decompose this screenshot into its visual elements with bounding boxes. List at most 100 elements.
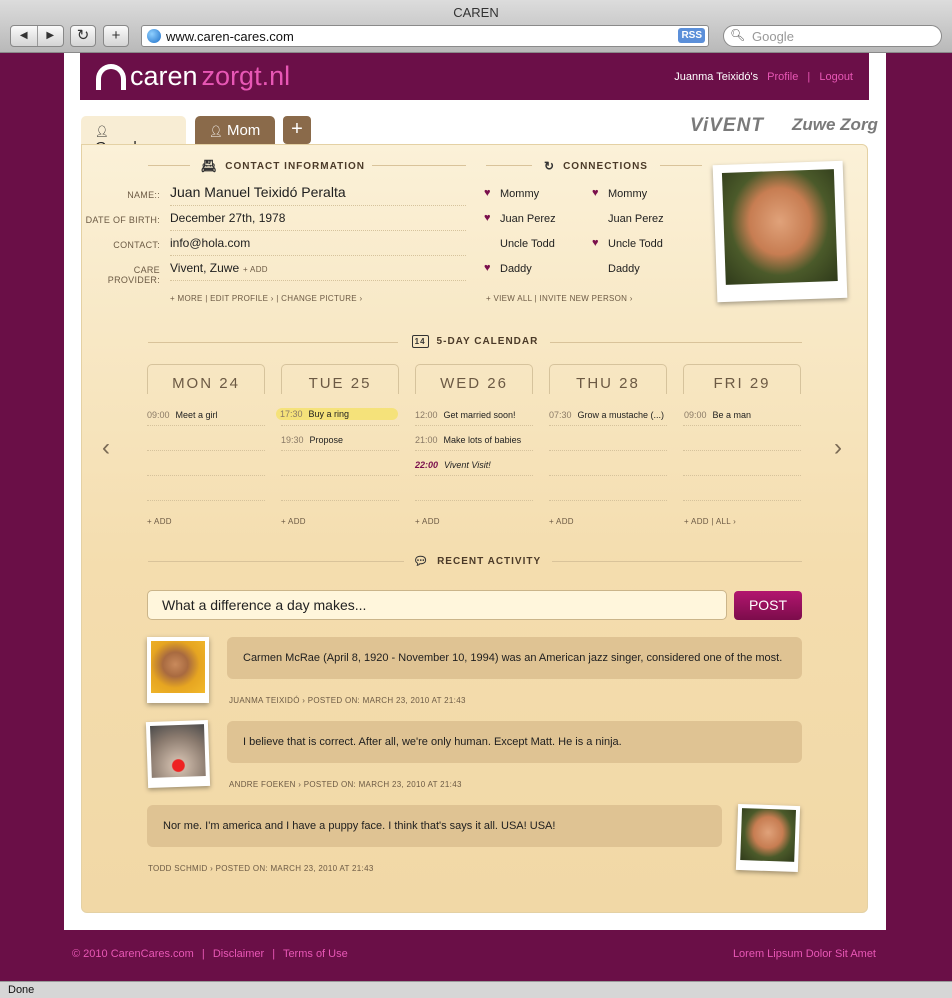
avatar[interactable]: [147, 637, 209, 703]
connections-heading: ↻ CONNECTIONS: [536, 159, 656, 173]
connection-link[interactable]: Mommy: [608, 188, 647, 200]
connection-link[interactable]: Juan Perez: [500, 213, 556, 225]
calendar-event[interactable]: 21:00 Make lots of babies: [415, 435, 521, 445]
activity-post: Nor me. I'm america and I have a puppy f…: [147, 805, 722, 847]
divider: [148, 342, 398, 343]
avatar-image: [740, 808, 796, 862]
event-text: Grow a mustache (...): [577, 410, 665, 420]
separator: |: [272, 948, 276, 960]
post-meta: TODD SCHMID › POSTED ON: MARCH 23, 2010 …: [148, 864, 374, 873]
day-header-wed: WED 26: [415, 364, 533, 394]
day-header-mon: MON 24: [147, 364, 265, 394]
connection-link[interactable]: Uncle Todd: [608, 238, 663, 250]
dob-label: DATE OF BIRTH:: [85, 215, 160, 225]
event-text: Vivent Visit!: [444, 460, 491, 470]
avatar[interactable]: [145, 719, 211, 789]
search-icon: 🔍︎: [730, 28, 746, 42]
profile-links[interactable]: + MORE | EDIT PROFILE › | CHANGE PICTURE…: [170, 294, 362, 303]
divider: [372, 165, 466, 166]
logout-link[interactable]: Logout: [819, 71, 853, 83]
contact-info-heading: 📇︎ CONTACT INFORMATION: [198, 159, 368, 173]
event-text: Propose: [309, 435, 344, 445]
calendar-event[interactable]: 12:00 Get married soon!: [415, 410, 516, 420]
id-card-icon: 📇︎: [201, 159, 218, 173]
calendar-next-arrow[interactable]: ›: [834, 434, 842, 462]
tab-grandma[interactable]: 👤︎Grandma: [81, 116, 186, 156]
avatar-image: [151, 641, 205, 693]
divider: [552, 561, 802, 562]
activity-input[interactable]: What a difference a day makes...: [147, 590, 727, 620]
connection-link[interactable]: Mommy: [500, 188, 539, 200]
reload-button[interactable]: ↻: [70, 25, 96, 47]
tab-label: Mom: [226, 122, 261, 139]
heart-icon: ♥: [484, 262, 491, 274]
add-care-provider-link[interactable]: + ADD: [243, 265, 268, 274]
profile-photo[interactable]: [712, 160, 848, 303]
disclaimer-link[interactable]: Disclaimer: [213, 948, 264, 960]
divider: [683, 500, 801, 501]
divider: [147, 425, 265, 426]
rss-button[interactable]: RSS: [678, 28, 705, 43]
browser-toolbar: CAREN ◀ ▶ ↻ + www.caren-cares.com RSS 🔍︎…: [0, 0, 952, 53]
tab-mom[interactable]: 👤︎ Mom: [195, 116, 275, 146]
new-tab-button[interactable]: +: [103, 25, 129, 47]
calendar-event[interactable]: 07:30 Grow a mustache (...): [549, 410, 664, 420]
calendar-event[interactable]: 19:30 Propose: [281, 435, 343, 445]
profile-link[interactable]: Profile: [767, 71, 798, 83]
site-logo[interactable]: caren zorgt.nl: [96, 61, 290, 92]
divider: [486, 165, 532, 166]
copyright-text: © 2010 CarenCares.com: [72, 948, 194, 960]
event-time: 22:00: [415, 460, 439, 470]
divider: [415, 425, 533, 426]
calendar-event-visit[interactable]: 22:00 Vivent Visit!: [415, 460, 491, 470]
forward-button[interactable]: ▶: [36, 26, 64, 46]
calendar-icon: 14: [411, 335, 429, 348]
event-time: 07:30: [549, 410, 572, 420]
back-button[interactable]: ◀: [11, 26, 37, 46]
divider: [147, 500, 265, 501]
divider: [147, 475, 265, 476]
divider: [415, 475, 533, 476]
divider: [550, 342, 802, 343]
divider: [549, 475, 667, 476]
connection-links[interactable]: + VIEW ALL | INVITE NEW PERSON ›: [486, 294, 633, 303]
refresh-icon: ↻: [544, 159, 556, 173]
terms-link[interactable]: Terms of Use: [283, 948, 348, 960]
heart-icon: ♥: [484, 187, 491, 199]
calendar-event[interactable]: 09:00 Be a man: [684, 410, 751, 420]
divider: [148, 561, 404, 562]
calendar-event[interactable]: 09:00 Meet a girl: [147, 410, 218, 420]
footer-tagline[interactable]: Lorem Lipsum Dolor Sit Amet: [733, 948, 876, 960]
divider: [170, 205, 466, 206]
add-event-link[interactable]: + ADD: [147, 517, 172, 526]
day-header-thu: THU 28: [549, 364, 667, 394]
connection-link[interactable]: Uncle Todd: [500, 238, 555, 250]
heading-text: 5-DAY CALENDAR: [436, 336, 539, 347]
connection-link[interactable]: Daddy: [500, 263, 532, 275]
activity-heading: 💬︎ RECENT ACTIVITY: [408, 554, 546, 568]
add-event-link[interactable]: + ADD: [415, 517, 440, 526]
post-meta: ANDRE FOEKEN › POSTED ON: MARCH 23, 2010…: [229, 780, 462, 789]
add-event-link[interactable]: + ADD | ALL ›: [684, 517, 736, 526]
contact-label: CONTACT:: [113, 240, 160, 250]
add-tab-button[interactable]: +: [283, 116, 311, 144]
post-button[interactable]: POST: [734, 591, 802, 620]
calendar-prev-arrow[interactable]: ‹: [102, 434, 110, 462]
search-field[interactable]: 🔍︎ Google: [723, 25, 942, 47]
connection-link[interactable]: Daddy: [608, 263, 640, 275]
dob-value: December 27th, 1978: [170, 211, 286, 225]
event-text: Make lots of babies: [443, 435, 522, 445]
avatar[interactable]: [735, 803, 801, 873]
address-bar[interactable]: www.caren-cares.com RSS: [141, 25, 709, 47]
calendar-event-highlighted[interactable]: 17:30 Buy a ring: [276, 408, 398, 420]
add-event-link[interactable]: + ADD: [281, 517, 306, 526]
person-icon: 👤︎: [209, 126, 223, 138]
event-text: Be a man: [712, 410, 752, 420]
heart-icon: ♥: [484, 212, 491, 224]
add-event-link[interactable]: + ADD: [549, 517, 574, 526]
status-bar: Done: [0, 981, 952, 998]
divider: [170, 230, 466, 231]
connection-link[interactable]: Juan Perez: [608, 213, 664, 225]
care-provider-label: CARE PROVIDER:: [107, 265, 160, 285]
event-text: Buy a ring: [308, 409, 350, 419]
